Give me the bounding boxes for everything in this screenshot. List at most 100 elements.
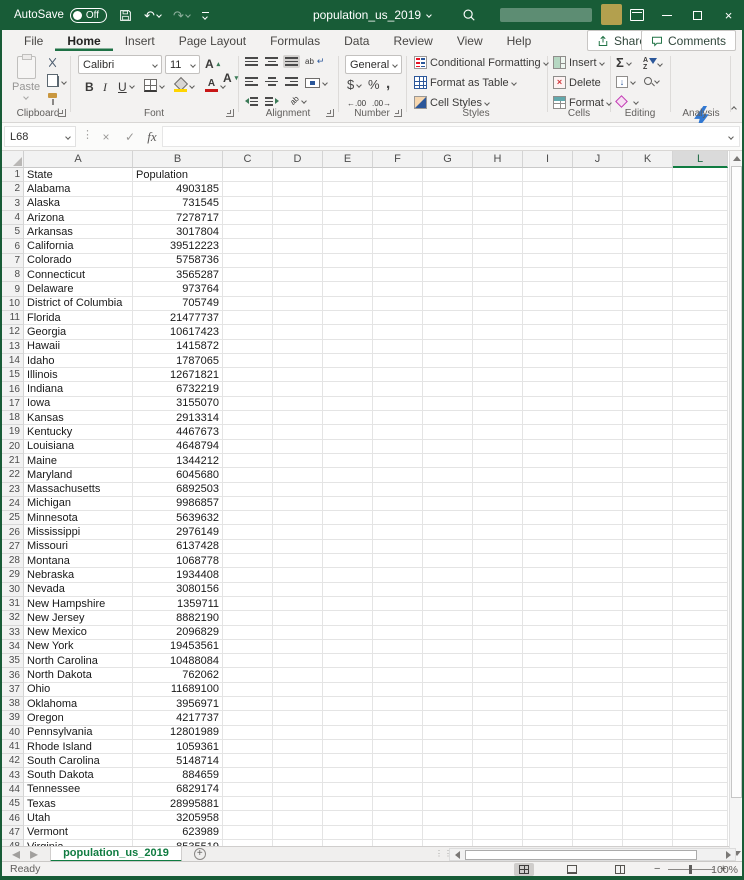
cell-L13[interactable] [673,340,728,354]
cell-H28[interactable] [473,554,523,568]
find-select-button[interactable] [644,77,659,85]
cell-E23[interactable] [323,483,373,497]
cell-A26[interactable]: Mississippi [24,525,133,539]
cell-L27[interactable] [673,540,728,554]
cell-B13[interactable]: 1415872 [133,340,223,354]
cell-D43[interactable] [273,768,323,782]
cell-B8[interactable]: 3565287 [133,268,223,282]
cell-G26[interactable] [423,525,473,539]
cell-E44[interactable] [323,783,373,797]
column-header-D[interactable]: D [273,151,323,168]
cell-I42[interactable] [523,754,573,768]
cell-G31[interactable] [423,597,473,611]
cell-D22[interactable] [273,468,323,482]
cell-A10[interactable]: District of Columbia [24,297,133,311]
horizontal-scrollbar[interactable] [449,848,736,861]
cell-I12[interactable] [523,325,573,339]
cell-B14[interactable]: 1787065 [133,354,223,368]
cell-H42[interactable] [473,754,523,768]
paste-button[interactable]: Paste [12,56,40,99]
cell-H37[interactable] [473,683,523,697]
cell-A45[interactable]: Texas [24,797,133,811]
cell-J24[interactable] [573,497,623,511]
cell-E33[interactable] [323,626,373,640]
cell-I1[interactable] [523,168,573,182]
cell-D13[interactable] [273,340,323,354]
cell-D47[interactable] [273,826,323,840]
cell-I4[interactable] [523,211,573,225]
cell-K40[interactable] [623,726,673,740]
cell-K24[interactable] [623,497,673,511]
cell-G45[interactable] [423,797,473,811]
select-all-corner[interactable] [2,151,24,168]
cell-L32[interactable] [673,611,728,625]
copy-button[interactable] [47,76,66,87]
cell-H12[interactable] [473,325,523,339]
row-header-41[interactable]: 41 [2,740,24,754]
cell-B42[interactable]: 5148714 [133,754,223,768]
cell-D12[interactable] [273,325,323,339]
cell-D29[interactable] [273,568,323,582]
cell-B37[interactable]: 11689100 [133,683,223,697]
accounting-format-button[interactable]: $ [347,78,361,91]
cell-L36[interactable] [673,668,728,682]
cell-J11[interactable] [573,311,623,325]
cell-C38[interactable] [223,697,273,711]
cell-H4[interactable] [473,211,523,225]
cell-F33[interactable] [373,626,423,640]
cell-I30[interactable] [523,583,573,597]
cell-B7[interactable]: 5758736 [133,254,223,268]
cell-E22[interactable] [323,468,373,482]
cell-D10[interactable] [273,297,323,311]
cell-H1[interactable] [473,168,523,182]
column-header-J[interactable]: J [573,151,623,168]
cell-C9[interactable] [223,282,273,296]
cell-I45[interactable] [523,797,573,811]
cell-F15[interactable] [373,368,423,382]
cell-D45[interactable] [273,797,323,811]
cell-J19[interactable] [573,425,623,439]
cell-I34[interactable] [523,640,573,654]
cell-I10[interactable] [523,297,573,311]
cell-A20[interactable]: Louisiana [24,440,133,454]
cell-J32[interactable] [573,611,623,625]
cell-D2[interactable] [273,182,323,196]
row-header-13[interactable]: 13 [2,340,24,354]
cell-L17[interactable] [673,397,728,411]
row-header-23[interactable]: 23 [2,483,24,497]
cell-H18[interactable] [473,411,523,425]
cell-H19[interactable] [473,425,523,439]
cell-A39[interactable]: Oregon [24,711,133,725]
increase-indent-button[interactable] [265,97,279,106]
cell-B36[interactable]: 762062 [133,668,223,682]
cell-I33[interactable] [523,626,573,640]
cell-H33[interactable] [473,626,523,640]
cell-F4[interactable] [373,211,423,225]
cell-A25[interactable]: Minnesota [24,511,133,525]
cell-E39[interactable] [323,711,373,725]
cell-E19[interactable] [323,425,373,439]
cell-C28[interactable] [223,554,273,568]
cell-B38[interactable]: 3956971 [133,697,223,711]
cell-C46[interactable] [223,811,273,825]
cell-J12[interactable] [573,325,623,339]
cell-L16[interactable] [673,382,728,396]
row-header-14[interactable]: 14 [2,354,24,368]
conditional-formatting-button[interactable]: Conditional Formatting [414,56,548,69]
wrap-text-button[interactable]: ab↵ [305,56,324,67]
cell-G2[interactable] [423,182,473,196]
cell-A18[interactable]: Kansas [24,411,133,425]
cell-E8[interactable] [323,268,373,282]
cell-F46[interactable] [373,811,423,825]
cell-D42[interactable] [273,754,323,768]
cell-F42[interactable] [373,754,423,768]
row-header-37[interactable]: 37 [2,683,24,697]
cell-D9[interactable] [273,282,323,296]
cell-D36[interactable] [273,668,323,682]
cell-C16[interactable] [223,382,273,396]
cell-F36[interactable] [373,668,423,682]
cell-F17[interactable] [373,397,423,411]
cell-G36[interactable] [423,668,473,682]
cell-B47[interactable]: 623989 [133,826,223,840]
cell-K41[interactable] [623,740,673,754]
